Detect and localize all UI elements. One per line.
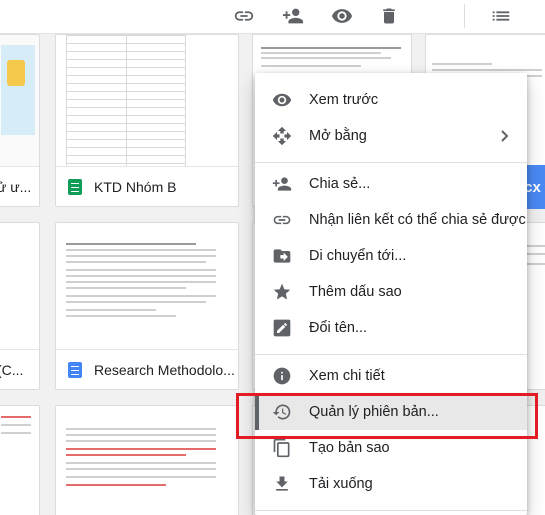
- file-name: ử ư...: [0, 178, 32, 195]
- menu-item-label: Di chuyển tới...: [309, 248, 407, 264]
- file-card-partial[interactable]: [0, 405, 40, 515]
- star-icon: [272, 282, 292, 302]
- menu-item-get-link[interactable]: Nhận liên kết có thể chia sẻ được: [255, 202, 527, 238]
- menu-item-make-copy[interactable]: Tạo bản sao: [255, 430, 527, 466]
- eye-icon: [272, 90, 292, 110]
- menu-item-download[interactable]: Tải xuống: [255, 466, 527, 502]
- menu-divider: [255, 162, 527, 163]
- move-arrows-icon: [272, 126, 292, 146]
- file-card-footer: ử ư...: [0, 166, 39, 206]
- context-menu: Xem trước Mở bằng Chia sẻ... Nhận liên k…: [255, 73, 527, 515]
- link-icon: [272, 210, 292, 230]
- menu-item-label: Tải xuống: [309, 476, 373, 492]
- menu-item-label: Chia sẻ...: [309, 176, 371, 192]
- file-card-partial[interactable]: ử ư...: [0, 34, 40, 207]
- file-thumbnail: [56, 35, 238, 166]
- file-card-doc[interactable]: [55, 405, 239, 515]
- folder-move-icon: [272, 246, 292, 266]
- file-name: KTD Nhóm B: [94, 178, 177, 195]
- toolbar-divider: [464, 4, 465, 28]
- menu-item-view-details[interactable]: Xem chi tiết: [255, 358, 527, 394]
- pencil-icon: [272, 318, 292, 338]
- file-card-footer: (C...: [0, 349, 39, 389]
- menu-item-label: Xem trước: [309, 92, 379, 108]
- add-person-icon: [272, 174, 292, 194]
- menu-item-share[interactable]: Chia sẻ...: [255, 166, 527, 202]
- thumbnail-image: [7, 60, 25, 86]
- menu-item-open-with[interactable]: Mở bằng: [255, 118, 527, 154]
- eye-icon[interactable]: [328, 2, 356, 30]
- thumbnail-image: [1, 45, 35, 135]
- menu-item-manage-versions[interactable]: Quản lý phiên bản...: [255, 394, 527, 430]
- trash-icon[interactable]: [375, 2, 403, 30]
- menu-divider: [255, 354, 527, 355]
- file-card-footer: Research Methodolo...: [56, 349, 238, 389]
- file-card-doc[interactable]: Research Methodolo...: [55, 222, 239, 390]
- info-icon: [272, 366, 292, 386]
- menu-item-label: Mở bằng: [309, 128, 367, 144]
- file-thumbnail: [56, 223, 238, 349]
- file-card-sheet[interactable]: KTD Nhóm B: [55, 34, 239, 207]
- spreadsheet-preview: [66, 35, 186, 166]
- file-card-footer: KTD Nhóm B: [56, 166, 238, 206]
- list-view-icon[interactable]: [487, 2, 515, 30]
- menu-divider: [255, 510, 527, 511]
- docs-icon: [68, 361, 82, 378]
- menu-item-label: Xem chi tiết: [309, 368, 385, 384]
- add-person-icon[interactable]: [279, 2, 307, 30]
- menu-item-label: Thêm dấu sao: [309, 284, 402, 300]
- file-name: (C...: [0, 361, 24, 378]
- file-thumbnail: [0, 35, 39, 166]
- history-icon: [272, 402, 292, 422]
- file-name: Research Methodolo...: [94, 361, 235, 378]
- menu-item-label: Tạo bản sao: [309, 440, 390, 456]
- copy-icon: [272, 438, 292, 458]
- toolbar: [0, 0, 545, 34]
- menu-item-preview[interactable]: Xem trước: [255, 82, 527, 118]
- menu-item-label: Nhận liên kết có thể chia sẻ được: [309, 212, 526, 228]
- chevron-right-icon: [499, 129, 509, 148]
- active-indicator: [255, 394, 259, 430]
- menu-item-rename[interactable]: Đổi tên...: [255, 310, 527, 346]
- menu-item-move-to[interactable]: Di chuyển tới...: [255, 238, 527, 274]
- file-card-partial[interactable]: (C...: [0, 222, 40, 390]
- link-icon[interactable]: [230, 2, 258, 30]
- sheets-icon: [68, 178, 82, 195]
- download-icon: [272, 474, 292, 494]
- menu-item-add-star[interactable]: Thêm dấu sao: [255, 274, 527, 310]
- menu-item-label: Đổi tên...: [309, 320, 368, 336]
- menu-item-label: Quản lý phiên bản...: [309, 404, 439, 420]
